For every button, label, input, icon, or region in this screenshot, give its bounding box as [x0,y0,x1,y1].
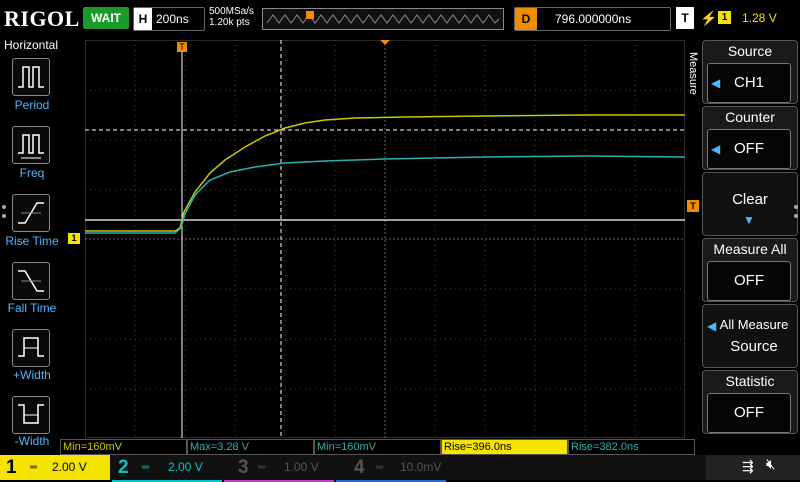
sidebar-item-period: Period [14,98,50,112]
rise-time-button[interactable] [12,194,50,232]
measurement-ch2-max: Max=3.28 V [187,439,314,455]
all-measure-label: All Measure [719,317,789,332]
source-menu-item[interactable]: Source ◀ CH1 [702,40,798,104]
trigger-label: T [676,7,694,29]
coupling-icon: ═ [258,462,266,473]
period-icon [18,66,44,88]
measurement-ch2-rise: Rise=382.0ns [568,439,695,455]
positive-width-button[interactable] [12,329,50,367]
memory-depth: 1.20k pts [209,17,250,28]
channel-1-scale: 2.00 V [52,460,87,474]
horizontal-scale-box[interactable]: H 200ns [133,7,205,31]
sidebar-item-negative-width: -Width [14,434,50,448]
channel-4-number: 4 [354,457,365,478]
counter-label: Counter [725,109,775,125]
sample-rate-info: 500MSa/s 1.20k pts [209,6,254,28]
channel-2-scale: 2.00 V [168,460,203,474]
clear-label: Clear [732,191,768,208]
channel-3-number: 3 [238,457,249,478]
page-indicator-dot [794,205,798,209]
acquisition-status-badge: WAIT [83,7,129,29]
source-value: ◀ CH1 [707,63,791,103]
clear-menu-item[interactable]: Clear ▼ [702,172,798,236]
negative-width-button[interactable] [12,396,50,434]
statistic-menu-item[interactable]: Statistic OFF [702,370,798,434]
sidebar-item-freq: Freq [19,166,45,180]
fall-time-icon [18,270,44,292]
all-measure-source-label: Source [730,338,778,355]
measurement-ch1-min: Min=160mV [60,439,187,455]
memory-overview-bar [262,8,504,30]
positive-width-icon [18,337,44,357]
rising-edge-icon: ⚡ [700,10,718,26]
trigger-box[interactable]: T ⚡ 1 1.28 V [676,7,794,29]
period-button[interactable] [12,58,50,96]
left-arrow-icon: ◀ [711,142,721,156]
horizontal-scale-value: 200ns [156,12,189,26]
frequency-button[interactable] [12,126,50,164]
source-label: Source [727,43,773,59]
sidebar-item-positive-width: +Width [13,368,51,382]
delay-box[interactable]: D 796.000000ns [514,7,671,31]
coupling-icon: ═ [376,462,384,473]
sample-rate: 500MSa/s [209,6,255,17]
channel-2-number: 2 [118,457,129,478]
rise-time-icon [18,202,44,224]
coupling-icon: ═ [30,462,38,473]
all-measure-source-menu-item[interactable]: ◀ All Measure Source [702,304,798,368]
down-arrow-icon: ▼ [743,213,755,227]
statistic-value: OFF [707,393,791,433]
horizontal-label: H [134,8,152,30]
trigger-level: 1.28 V [742,11,777,25]
trigger-source: 1 [718,11,731,24]
menu-title: Measure [687,52,699,95]
memory-waveform-icon [266,11,500,24]
channel-4-scale: 10.0mV [400,460,442,474]
page-indicator-dot [794,214,798,218]
trigger-marker-label: T [179,42,185,52]
usb-icon: ⇶ [742,458,754,474]
delay-label: D [515,8,537,30]
fall-time-button[interactable] [12,262,50,300]
sidebar-item-fall-time: Fall Time [7,301,57,315]
sidebar-title: Horizontal [4,38,59,52]
speaker-mute-icon[interactable]: 🔇︎ [766,456,775,473]
measure-all-value: OFF [707,261,791,301]
counter-value-text: OFF [734,140,764,157]
sidebar-item-rise-time: Rise Time [5,234,59,248]
measure-all-label: Measure All [713,241,787,257]
page-indicator-dot [2,205,6,209]
measurement-ch1-rise: Rise=396.0ns [441,439,568,455]
left-arrow-icon: ◀ [711,76,721,90]
rigol-logo: RIGOL [4,6,80,31]
channel-3-scale: 1.00 V [284,460,319,474]
trigger-position-marker [306,11,314,19]
counter-menu-item[interactable]: Counter ◀ OFF [702,106,798,170]
delay-value: 796.000000ns [555,12,632,26]
channel-1-number: 1 [6,457,17,478]
statistic-label: Statistic [725,373,775,389]
ch1-offset-marker[interactable]: 1 [68,233,80,244]
measure-all-menu-item[interactable]: Measure All OFF [702,238,798,302]
measurement-ch2-min: Min=160mV [314,439,441,455]
trigger-level-marker[interactable]: T [687,200,699,212]
coupling-icon: ═ [142,462,150,473]
page-indicator-dot [2,214,6,218]
waveform-display[interactable]: T [85,40,685,438]
counter-value: ◀ OFF [707,129,791,169]
source-value-text: CH1 [733,74,764,91]
frequency-icon [18,134,44,159]
negative-width-icon [18,404,44,424]
